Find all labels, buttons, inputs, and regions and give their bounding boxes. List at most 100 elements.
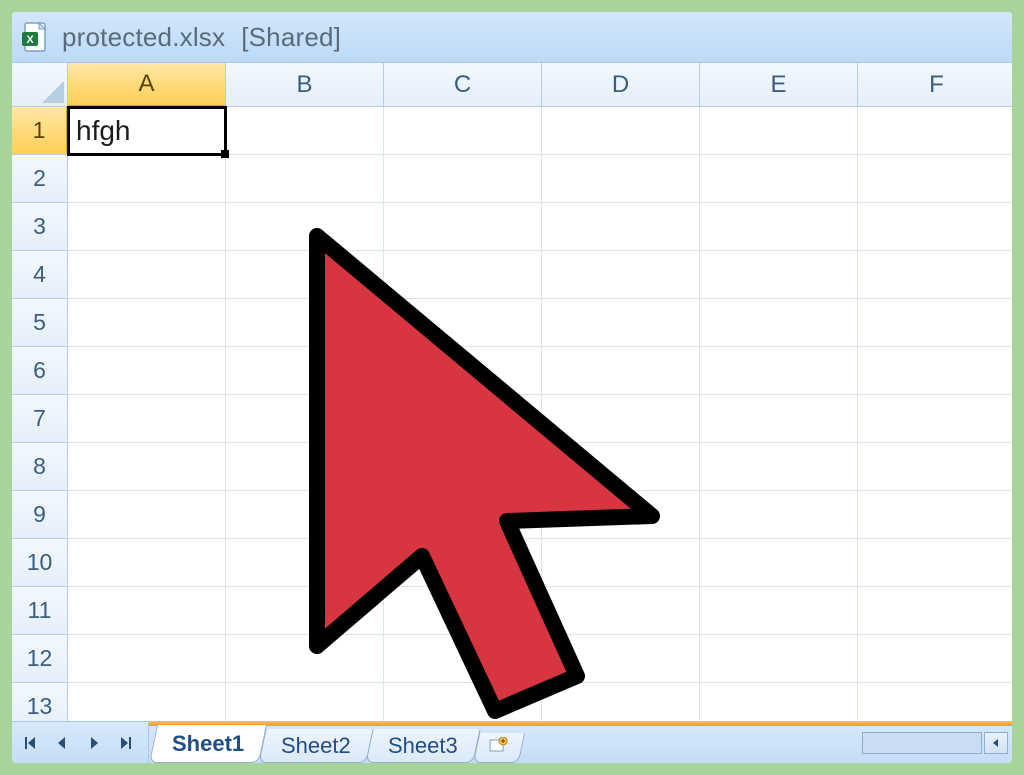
cell-A10[interactable]	[68, 539, 226, 587]
cell-F11[interactable]	[858, 587, 1012, 635]
cell-C11[interactable]	[384, 587, 542, 635]
cell-C12[interactable]	[384, 635, 542, 683]
row-header-1[interactable]: 1	[12, 107, 68, 155]
cell-F9[interactable]	[858, 491, 1012, 539]
cell-C4[interactable]	[384, 251, 542, 299]
column-header-A[interactable]: A	[68, 63, 226, 107]
cell-D8[interactable]	[542, 443, 700, 491]
row-header-4[interactable]: 4	[12, 251, 68, 299]
row-header-7[interactable]: 7	[12, 395, 68, 443]
cell-E10[interactable]	[700, 539, 858, 587]
cell-C5[interactable]	[384, 299, 542, 347]
cell-D2[interactable]	[542, 155, 700, 203]
column-header-C[interactable]: C	[384, 63, 542, 107]
cell-B1[interactable]	[226, 107, 384, 155]
horizontal-scrollbar[interactable]	[862, 722, 1012, 763]
cell-E8[interactable]	[700, 443, 858, 491]
cell-D3[interactable]	[542, 203, 700, 251]
cell-B8[interactable]	[226, 443, 384, 491]
cell-A2[interactable]	[68, 155, 226, 203]
cell-F6[interactable]	[858, 347, 1012, 395]
cell-A4[interactable]	[68, 251, 226, 299]
cell-C2[interactable]	[384, 155, 542, 203]
sheet-nav-prev[interactable]	[46, 727, 78, 759]
column-header-F[interactable]: F	[858, 63, 1012, 107]
cell-B6[interactable]	[226, 347, 384, 395]
row-header-5[interactable]: 5	[12, 299, 68, 347]
column-header-D[interactable]: D	[542, 63, 700, 107]
cell-A6[interactable]	[68, 347, 226, 395]
cell-D5[interactable]	[542, 299, 700, 347]
cell-B11[interactable]	[226, 587, 384, 635]
cell-D4[interactable]	[542, 251, 700, 299]
cell-B10[interactable]	[226, 539, 384, 587]
insert-sheet-tab[interactable]	[472, 733, 524, 763]
cell-A7[interactable]	[68, 395, 226, 443]
cell-D11[interactable]	[542, 587, 700, 635]
cell-D10[interactable]	[542, 539, 700, 587]
cell-F3[interactable]	[858, 203, 1012, 251]
sheet-nav-first[interactable]	[14, 727, 46, 759]
cell-B3[interactable]	[226, 203, 384, 251]
cell-C1[interactable]	[384, 107, 542, 155]
cell-E5[interactable]	[700, 299, 858, 347]
cell-F8[interactable]	[858, 443, 1012, 491]
cell-B9[interactable]	[226, 491, 384, 539]
sheet-nav-last[interactable]	[110, 727, 142, 759]
cell-F13[interactable]	[858, 683, 1012, 721]
cell-B4[interactable]	[226, 251, 384, 299]
cell-D12[interactable]	[542, 635, 700, 683]
cell-C8[interactable]	[384, 443, 542, 491]
cell-A13[interactable]	[68, 683, 226, 721]
cell-E7[interactable]	[700, 395, 858, 443]
cell-B7[interactable]	[226, 395, 384, 443]
cell-F10[interactable]	[858, 539, 1012, 587]
cell-E13[interactable]	[700, 683, 858, 721]
cell-A9[interactable]	[68, 491, 226, 539]
cell-F7[interactable]	[858, 395, 1012, 443]
sheet-tab-sheet1[interactable]: Sheet1	[149, 725, 267, 763]
cell-F1[interactable]	[858, 107, 1012, 155]
cell-C13[interactable]	[384, 683, 542, 721]
row-header-6[interactable]: 6	[12, 347, 68, 395]
cell-D6[interactable]	[542, 347, 700, 395]
row-header-3[interactable]: 3	[12, 203, 68, 251]
cell-A8[interactable]	[68, 443, 226, 491]
row-header-12[interactable]: 12	[12, 635, 68, 683]
select-all-corner[interactable]	[12, 63, 68, 107]
cell-A1[interactable]: hfgh	[68, 107, 226, 155]
cell-E2[interactable]	[700, 155, 858, 203]
cell-E1[interactable]	[700, 107, 858, 155]
cell-E4[interactable]	[700, 251, 858, 299]
row-header-13[interactable]: 13	[12, 683, 68, 721]
cell-E9[interactable]	[700, 491, 858, 539]
cell-D13[interactable]	[542, 683, 700, 721]
column-header-E[interactable]: E	[700, 63, 858, 107]
cell-E12[interactable]	[700, 635, 858, 683]
sheet-nav-next[interactable]	[78, 727, 110, 759]
cell-C9[interactable]	[384, 491, 542, 539]
cell-D1[interactable]	[542, 107, 700, 155]
cell-C6[interactable]	[384, 347, 542, 395]
hscroll-track[interactable]	[862, 732, 982, 754]
cell-F5[interactable]	[858, 299, 1012, 347]
row-header-9[interactable]: 9	[12, 491, 68, 539]
row-header-2[interactable]: 2	[12, 155, 68, 203]
cell-A11[interactable]	[68, 587, 226, 635]
cell-B5[interactable]	[226, 299, 384, 347]
cell-D9[interactable]	[542, 491, 700, 539]
cell-C10[interactable]	[384, 539, 542, 587]
row-header-10[interactable]: 10	[12, 539, 68, 587]
cell-D7[interactable]	[542, 395, 700, 443]
cell-E3[interactable]	[700, 203, 858, 251]
cell-F12[interactable]	[858, 635, 1012, 683]
hscroll-left[interactable]	[984, 732, 1008, 754]
cell-B2[interactable]	[226, 155, 384, 203]
cell-C3[interactable]	[384, 203, 542, 251]
column-header-B[interactable]: B	[226, 63, 384, 107]
cell-B13[interactable]	[226, 683, 384, 721]
cell-F2[interactable]	[858, 155, 1012, 203]
sheet-tab-sheet3[interactable]: Sheet3	[365, 729, 480, 763]
cell-B12[interactable]	[226, 635, 384, 683]
row-header-8[interactable]: 8	[12, 443, 68, 491]
